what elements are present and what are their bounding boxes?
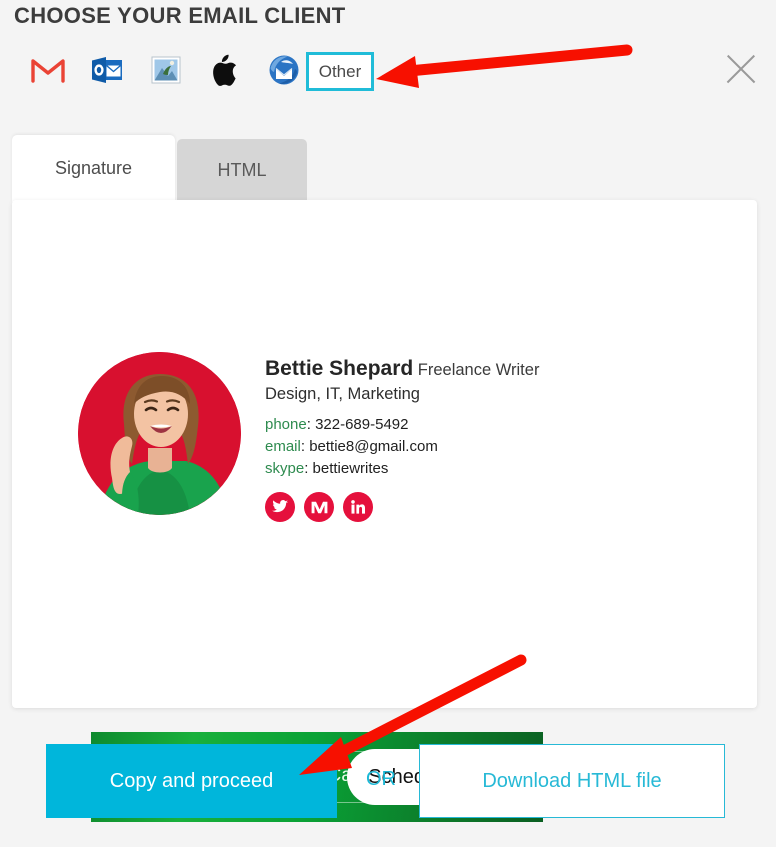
tab-signature[interactable]: Signature	[12, 135, 175, 202]
annotation-arrow-to-other	[376, 44, 633, 88]
contact-phone: phone: 322-689-5492	[265, 414, 539, 436]
medium-icon	[311, 501, 328, 514]
linkedin-icon	[351, 500, 365, 515]
apple-icon	[211, 54, 238, 87]
other-button-label: Other	[318, 61, 362, 81]
contact-phone-separator: :	[306, 416, 316, 434]
download-html-file-button[interactable]: Download HTML file	[419, 744, 725, 818]
email-client-apple-mail[interactable]	[136, 45, 195, 95]
signature-contact-list: phone: 322-689-5492 email: bettie8@gmail…	[265, 414, 539, 479]
contact-skype: skype: bettiewrites	[265, 458, 539, 480]
social-link-twitter[interactable]	[265, 492, 295, 523]
contact-email-value: bettie8@gmail.com	[309, 437, 438, 455]
email-client-list	[18, 45, 313, 95]
close-icon[interactable]	[722, 50, 760, 88]
signature-department: Design, IT, Marketing	[265, 385, 420, 404]
copy-and-proceed-label: Copy and proceed	[109, 769, 274, 792]
twitter-icon	[272, 500, 288, 514]
signature-preview-card: Bettie Shepard Freelance Writer Design, …	[12, 200, 757, 822]
social-link-linkedin[interactable]	[343, 492, 373, 523]
download-html-file-label: Download HTML file	[482, 769, 662, 792]
signature-details: Bettie Shepard Freelance Writer Design, …	[265, 352, 539, 523]
email-client-other-button[interactable]: Other	[306, 52, 374, 91]
copy-and-proceed-button[interactable]: Copy and proceed	[46, 744, 337, 818]
email-client-apple[interactable]	[195, 45, 254, 95]
email-client-gmail[interactable]	[18, 45, 77, 95]
or-separator-label: OR	[366, 768, 396, 790]
contact-skype-value: bettiewrites	[312, 459, 389, 477]
tab-html-label: HTML	[217, 160, 267, 180]
contact-phone-label: phone	[265, 416, 307, 434]
signature-role: Freelance Writer	[413, 361, 540, 379]
avatar	[78, 352, 241, 515]
thunderbird-icon	[268, 54, 300, 86]
contact-skype-label: skype	[265, 459, 305, 477]
contact-phone-value: 322-689-5492	[315, 416, 409, 434]
signature-name-line: Bettie Shepard Freelance Writer	[265, 356, 539, 382]
contact-email-label: email	[265, 437, 301, 455]
email-client-outlook[interactable]	[77, 45, 136, 95]
tab-signature-label: Signature	[54, 158, 133, 178]
tab-html[interactable]: HTML	[177, 139, 307, 202]
social-links	[265, 492, 539, 523]
outlook-icon	[90, 55, 124, 85]
signature-name: Bettie Shepard	[265, 357, 414, 380]
email-client-thunderbird[interactable]	[254, 45, 313, 95]
apple-mail-icon	[150, 55, 182, 85]
signature-block: Bettie Shepard Freelance Writer Design, …	[78, 352, 698, 523]
contact-email: email: bettie8@gmail.com	[265, 436, 539, 458]
social-link-medium[interactable]	[304, 492, 334, 523]
contact-skype-separator: :	[304, 459, 313, 477]
gmail-icon	[30, 57, 65, 83]
tab-bar: Signature HTML	[12, 135, 307, 202]
page-title: CHOOSE YOUR EMAIL CLIENT	[14, 3, 346, 28]
signature-main-row: Bettie Shepard Freelance Writer Design, …	[78, 352, 698, 523]
contact-email-separator: :	[300, 437, 310, 455]
